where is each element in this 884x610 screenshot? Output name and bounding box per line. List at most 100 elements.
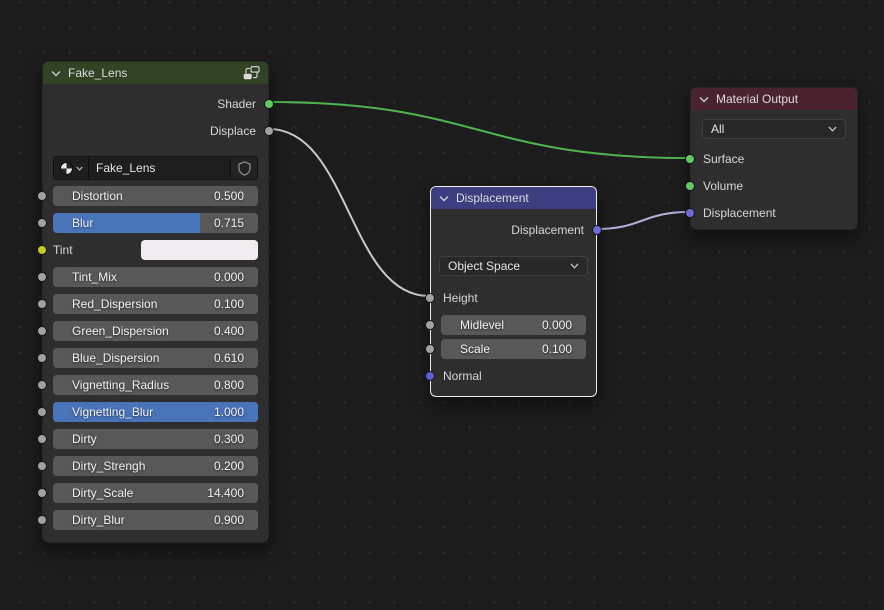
slider-label: Dirty_Blur: [67, 513, 125, 527]
green-dispersion-input-socket[interactable]: [37, 326, 47, 336]
node-group-icon: [243, 66, 260, 80]
slider-value: 0.715: [214, 216, 244, 230]
displacement-outputs: Displacement: [431, 216, 596, 243]
slider-label: Dirty: [67, 432, 97, 446]
distortion-slider[interactable]: Distortion0.500: [53, 186, 258, 206]
slider-label: Tint_Mix: [67, 270, 117, 284]
output-row: Displacement: [431, 216, 596, 243]
red-dispersion-input-row: Red_Dispersion0.100: [43, 294, 268, 314]
fake-lens-inputs: Distortion0.500 Blur0.715 Tint Tint_Mix 0.00…: [43, 186, 268, 542]
dirty-scale-input-socket[interactable]: [37, 488, 47, 498]
dropdown-chevron-icon: [828, 126, 837, 132]
node-title: Displacement: [456, 191, 588, 205]
vignetting-radius-input-row: Vignetting_Radius0.800: [43, 375, 268, 395]
blue-dispersion-input-socket[interactable]: [37, 353, 47, 363]
node-fake-lens-header[interactable]: Fake_Lens: [43, 62, 268, 84]
node-editor-canvas[interactable]: Fake_Lens ShaderDisplace: [0, 0, 884, 610]
slider-value: 0.000: [214, 270, 244, 284]
fake-user-button[interactable]: [230, 157, 257, 179]
node-material-output[interactable]: Material Output All SurfaceVolumeDisplac…: [690, 87, 858, 230]
dirty-scale-slider[interactable]: Dirty_Scale14.400: [53, 483, 258, 503]
node-displacement[interactable]: Displacement Displacement Object Space H…: [430, 186, 597, 397]
height-input-socket[interactable]: [425, 293, 435, 303]
vignetting-blur-slider[interactable]: Vignetting_Blur1.000: [53, 402, 258, 422]
displace-output-socket[interactable]: [264, 126, 274, 136]
displacement-space-dropdown[interactable]: Object Space: [439, 256, 588, 276]
slider-label: Distortion: [67, 189, 123, 203]
vignetting-radius-input-socket[interactable]: [37, 380, 47, 390]
material-browse-button[interactable]: [54, 157, 88, 179]
slider-value: 0.610: [214, 351, 244, 365]
dropdown-chevron-icon: [570, 263, 579, 269]
slider-label: Vignetting_Radius: [67, 378, 169, 392]
slider-label: Vignetting_Blur: [67, 405, 153, 419]
collapse-chevron-icon[interactable]: [699, 96, 709, 103]
tint-color-swatch[interactable]: [141, 240, 258, 260]
tint-mix-slider[interactable]: Tint_Mix 0.000: [53, 267, 258, 287]
blur-input-socket[interactable]: [37, 218, 47, 228]
input-label: Normal: [443, 369, 482, 383]
volume-input-row: Volume: [691, 172, 857, 199]
red-dispersion-slider[interactable]: Red_Dispersion0.100: [53, 294, 258, 314]
red-dispersion-input-socket[interactable]: [37, 299, 47, 309]
dirty-strengh-slider[interactable]: Dirty_Strengh0.200: [53, 456, 258, 476]
dirty-blur-slider[interactable]: Dirty_Blur0.900: [53, 510, 258, 530]
blur-input-row: Blur0.715: [43, 213, 268, 233]
blue-dispersion-slider[interactable]: Blue_Dispersion0.610: [53, 348, 258, 368]
dirty-blur-input-socket[interactable]: [37, 515, 47, 525]
shield-icon: [238, 161, 251, 176]
vignetting-radius-slider[interactable]: Vignetting_Radius0.800: [53, 375, 258, 395]
dirty-blur-input-row: Dirty_Blur0.900: [43, 510, 268, 530]
browse-chevron-icon: [76, 166, 83, 171]
link-shader-to-surface[interactable]: [269, 102, 689, 158]
slider-value: 0.100: [542, 342, 572, 356]
link-displacement-to-displacement[interactable]: [596, 212, 689, 229]
slider-value: 0.200: [214, 459, 244, 473]
midlevel-input-socket[interactable]: [425, 320, 435, 330]
scale-input-socket[interactable]: [425, 344, 435, 354]
node-material-output-header[interactable]: Material Output: [691, 88, 857, 110]
blur-slider[interactable]: Blur0.715: [53, 213, 258, 233]
material-selector: Fake_Lens: [53, 156, 258, 180]
node-fake-lens[interactable]: Fake_Lens ShaderDisplace: [42, 61, 269, 543]
volume-input-socket[interactable]: [685, 181, 695, 191]
green-dispersion-slider[interactable]: Green_Dispersion0.400: [53, 321, 258, 341]
input-label: Tint: [53, 243, 73, 257]
vignetting-blur-input-socket[interactable]: [37, 407, 47, 417]
distortion-input-socket[interactable]: [37, 191, 47, 201]
dirty-input-socket[interactable]: [37, 434, 47, 444]
slider-label: Midlevel: [455, 318, 504, 332]
output-label: Displace: [210, 124, 256, 138]
surface-input-socket[interactable]: [685, 154, 695, 164]
midlevel-input-row: Midlevel0.000: [431, 315, 596, 335]
scale-slider[interactable]: Scale0.100: [441, 339, 586, 359]
material-output-inputs: SurfaceVolumeDisplacement: [691, 145, 857, 229]
normal-input-row: Normal: [431, 362, 596, 389]
slider-label: Green_Dispersion: [67, 324, 169, 338]
dirty-scale-input-row: Dirty_Scale14.400: [43, 483, 268, 503]
dropdown-value: All: [711, 122, 724, 136]
dirty-slider[interactable]: Dirty0.300: [53, 429, 258, 449]
dirty-strengh-input-row: Dirty_Strengh0.200: [43, 456, 268, 476]
output-row: Displace: [43, 117, 268, 144]
midlevel-slider[interactable]: Midlevel0.000: [441, 315, 586, 335]
collapse-chevron-icon[interactable]: [51, 70, 61, 77]
node-title: Fake_Lens: [68, 66, 236, 80]
surface-input-row: Surface: [691, 145, 857, 172]
material-name: Fake_Lens: [96, 161, 155, 175]
material-name-field[interactable]: Fake_Lens: [88, 157, 230, 179]
node-displacement-header[interactable]: Displacement: [431, 187, 596, 209]
link-displace-to-height[interactable]: [269, 129, 429, 296]
collapse-chevron-icon[interactable]: [439, 195, 449, 202]
normal-input-socket[interactable]: [425, 371, 435, 381]
slider-label: Dirty_Scale: [67, 486, 133, 500]
tint-input-socket[interactable]: [37, 245, 47, 255]
shader-output-socket[interactable]: [264, 99, 274, 109]
output-target-dropdown[interactable]: All: [702, 119, 846, 139]
displacement-inputs: HeightMidlevel0.000Scale0.100Normal: [431, 284, 596, 389]
tint-mix-input-socket[interactable]: [37, 272, 47, 282]
displacement-output-socket[interactable]: [592, 225, 602, 235]
displacement-input-socket[interactable]: [685, 208, 695, 218]
distortion-input-row: Distortion0.500: [43, 186, 268, 206]
dirty-strengh-input-socket[interactable]: [37, 461, 47, 471]
